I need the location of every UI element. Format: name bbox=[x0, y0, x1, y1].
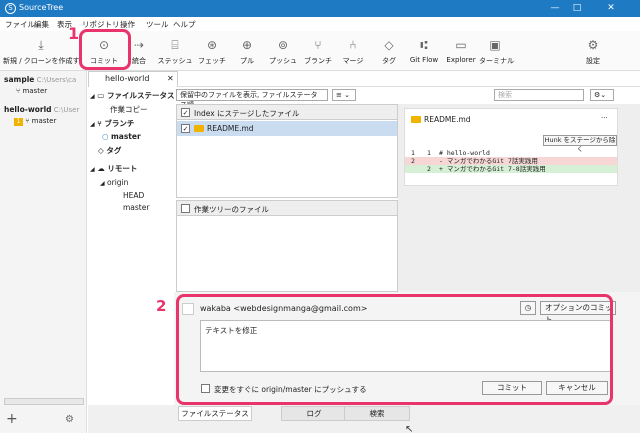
tab-log[interactable]: ログ bbox=[281, 406, 347, 421]
window-title: SourceTree bbox=[19, 3, 64, 12]
branch-button[interactable]: ⑂ ブランチ bbox=[303, 37, 333, 66]
diff-pane: README.md ··· Hunk をステージから除く 1 1 # hello… bbox=[398, 104, 640, 292]
monitor-icon: ▭ bbox=[97, 91, 105, 100]
repo-sidebar: sample C:\Users\ca ⑂ master hello-world … bbox=[0, 71, 87, 433]
branch-icon: ⑂ bbox=[314, 38, 322, 52]
stash-button[interactable]: ⌸ ステッシュ bbox=[157, 37, 193, 66]
fetch-button[interactable]: ⊛ フェッチ bbox=[196, 37, 228, 66]
push-icon: ⊚ bbox=[277, 38, 289, 52]
staged-file-row[interactable]: ✓ README.md bbox=[177, 121, 397, 136]
gitflow-icon: ⑆ bbox=[420, 38, 428, 52]
nav-branches[interactable]: ◢ ⑂ ブランチ bbox=[90, 118, 134, 129]
bottom-tab-bar: ファイルステータス ログ 検索 bbox=[88, 405, 640, 433]
nav-file-status[interactable]: ◢ ▭ ファイルステータス bbox=[90, 90, 174, 101]
stage-all-unstaged-checkbox[interactable] bbox=[181, 204, 190, 213]
unstaged-header: 作業ツリーのファイル bbox=[177, 201, 397, 216]
gear-icon: ⚙ bbox=[587, 38, 599, 52]
search-input[interactable]: 検索 bbox=[494, 89, 584, 101]
nav-branch-master[interactable]: ○ master bbox=[102, 132, 141, 141]
current-branch-icon: ○ bbox=[102, 132, 109, 141]
file-status-icon bbox=[194, 125, 204, 132]
list-icon: ≡ bbox=[336, 91, 342, 99]
nav-tree: ◢ ▭ ファイルステータス 作業コピー ◢ ⑂ ブランチ ○ master ◇ … bbox=[88, 87, 174, 405]
menu-tools[interactable]: ツール bbox=[146, 19, 169, 30]
explorer-button[interactable]: ▭ Explorer bbox=[444, 37, 478, 64]
staged-files-panel: ✓ Index にステージしたファイル ✓ README.md bbox=[176, 104, 398, 198]
sourcetree-logo-icon: S bbox=[5, 3, 16, 14]
options-gear-button[interactable]: ⚙⌄ bbox=[590, 89, 614, 101]
title-bar: S SourceTree — □ ✕ bbox=[0, 0, 640, 17]
close-icon[interactable]: ✕ bbox=[604, 2, 618, 14]
tag-icon: ◇ bbox=[384, 38, 394, 52]
terminal-icon: ▣ bbox=[489, 38, 501, 52]
annotation-number-1: 1 bbox=[68, 24, 80, 43]
diff-line-removed: 2 - マンガでわかるGit 7話実践用 bbox=[405, 157, 617, 165]
repo-branch-sample: ⑂ master bbox=[16, 87, 48, 95]
menu-file[interactable]: ファイル bbox=[5, 19, 35, 30]
annotation-number-2: 2 bbox=[156, 297, 167, 315]
annotation-highlight-commit bbox=[79, 29, 131, 70]
minimize-icon[interactable]: — bbox=[548, 2, 562, 14]
gitflow-button[interactable]: ⑆ Git Flow bbox=[407, 37, 441, 64]
maximize-icon[interactable]: □ bbox=[570, 2, 584, 14]
tag-icon: ◇ bbox=[98, 146, 104, 155]
unstage-hunk-button[interactable]: Hunk をステージから除く bbox=[543, 135, 617, 153]
settings-button[interactable]: ⚙ 設定 bbox=[581, 37, 605, 66]
tab-bar: hello-world ✕ bbox=[88, 71, 640, 87]
tag-button[interactable]: ◇ タグ bbox=[376, 37, 402, 66]
terminal-button[interactable]: ▣ ターミナル bbox=[479, 37, 514, 66]
repo-item-sample[interactable]: sample C:\Users\ca bbox=[4, 75, 76, 84]
file-filter-select[interactable]: 保留中のファイルを表示, ファイルステータス順 ⌄ bbox=[176, 89, 328, 109]
fetch-icon: ⊛ bbox=[206, 38, 218, 52]
diff-line-added: 2 + マンガでわかるGit 7-8話実践用 bbox=[405, 165, 617, 173]
tab-search[interactable]: 検索 bbox=[344, 406, 410, 421]
gear-icon[interactable]: ⚙ bbox=[65, 414, 74, 425]
diff-card: README.md ··· Hunk をステージから除く 1 1 # hello… bbox=[404, 108, 618, 186]
close-tab-icon[interactable]: ✕ bbox=[167, 74, 174, 83]
pending-badge: 1 bbox=[14, 118, 23, 126]
repo-branch-hello-world: 1 ⑂ master bbox=[14, 117, 56, 126]
diff-more-icon[interactable]: ··· bbox=[601, 114, 608, 122]
nav-origin[interactable]: ◢ origin bbox=[100, 178, 128, 187]
mouse-cursor-icon: ↖ bbox=[405, 424, 414, 433]
nav-tags[interactable]: ◇ タグ bbox=[90, 145, 121, 156]
nav-working-copy[interactable]: 作業コピー bbox=[110, 104, 148, 115]
tab-file-status[interactable]: ファイルステータス bbox=[178, 406, 252, 421]
nav-remote-head[interactable]: HEAD bbox=[123, 191, 144, 200]
merge-icon: ⇢ bbox=[133, 38, 145, 52]
nav-remotes[interactable]: ◢ ☁ リモート bbox=[90, 163, 137, 174]
diff-line: 1 1 # hello-world bbox=[411, 149, 490, 157]
view-menu-button[interactable]: ≡ ⌄ bbox=[332, 89, 356, 101]
tab-hello-world[interactable]: hello-world ✕ bbox=[88, 71, 178, 87]
pull-icon: ⊕ bbox=[241, 38, 253, 52]
menu-help[interactable]: ヘルプ bbox=[173, 19, 196, 30]
diff-filename: README.md bbox=[424, 115, 471, 124]
pull-button[interactable]: ⊕ プル bbox=[234, 37, 260, 66]
file-checkbox[interactable]: ✓ bbox=[181, 124, 190, 133]
diff-lines: 1 1 # hello-world 2 - マンガでわかるGit 7話実践用 2… bbox=[405, 149, 617, 177]
cloud-icon: ☁ bbox=[97, 164, 105, 173]
branch-icon: ⑂ bbox=[25, 117, 30, 125]
merge-branch-icon: ⑃ bbox=[349, 38, 357, 52]
stage-all-checkbox[interactable]: ✓ bbox=[181, 108, 190, 117]
branch-icon: ⑂ bbox=[97, 119, 102, 128]
file-status-icon bbox=[411, 116, 421, 123]
push-button[interactable]: ⊚ プッシュ bbox=[267, 37, 299, 66]
repo-item-hello-world[interactable]: hello-world C:\User bbox=[4, 105, 79, 114]
merge-branch-button[interactable]: ⑃ マージ bbox=[339, 37, 367, 66]
add-repo-icon[interactable]: + bbox=[6, 411, 18, 427]
sidebar-scrollbar[interactable] bbox=[4, 398, 84, 405]
menu-edit[interactable]: 編集 bbox=[34, 19, 49, 30]
staged-header: ✓ Index にステージしたファイル bbox=[177, 105, 397, 120]
filter-bar: 保留中のファイルを表示, ファイルステータス順 ⌄ ≡ ⌄ 検索 ⚙⌄ bbox=[174, 87, 640, 109]
annotation-highlight-commit-panel bbox=[176, 294, 613, 405]
nav-remote-master[interactable]: master bbox=[123, 203, 149, 212]
unstaged-files-panel: 作業ツリーのファイル bbox=[176, 200, 398, 292]
folder-icon: ▭ bbox=[455, 38, 467, 52]
download-icon: ⤓ bbox=[38, 38, 44, 52]
stash-icon: ⌸ bbox=[171, 38, 179, 52]
branch-icon: ⑂ bbox=[16, 87, 21, 95]
chevron-down-icon: ⌄ bbox=[600, 91, 607, 99]
chevron-down-icon: ⌄ bbox=[344, 91, 350, 99]
